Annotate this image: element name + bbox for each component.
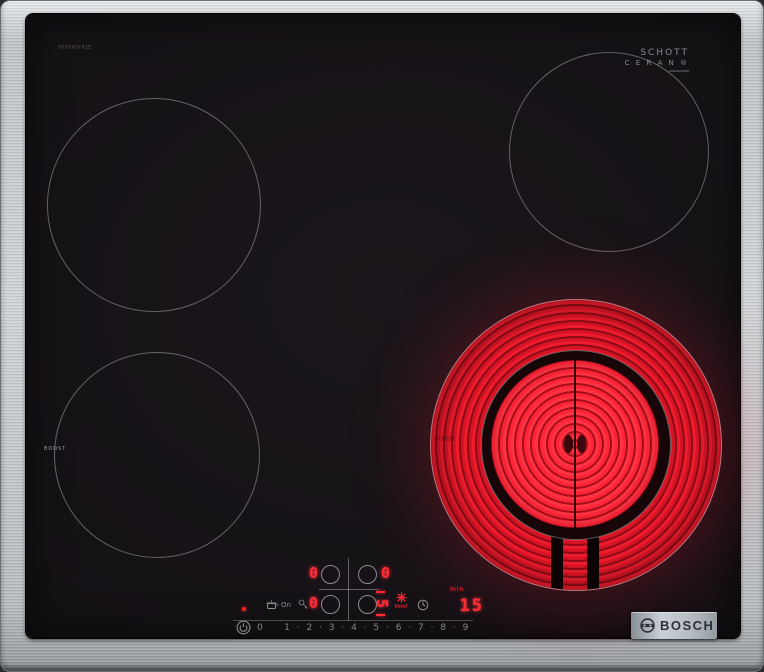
burner-rear-left	[47, 98, 261, 312]
stainless-frame: PKF645FP1E SCHOTT C E R A N ® BOOST BOOS…	[0, 0, 764, 672]
display-front-left-level: 0	[309, 594, 319, 612]
burner-front-left	[54, 352, 260, 558]
zone-select-front-left[interactable]	[321, 595, 340, 614]
pan-on-label: On	[281, 600, 291, 609]
burner-front-left-boost-label: BOOST	[44, 445, 67, 452]
zone-select-rear-right[interactable]	[358, 565, 377, 584]
power-icon[interactable]	[236, 620, 251, 635]
zone-select-rear-left[interactable]	[321, 565, 340, 584]
pan-on-indicator: On	[266, 599, 291, 610]
element-center-spot	[577, 435, 586, 453]
child-lock-key-icon[interactable]	[298, 599, 309, 610]
display-active-level: 5	[373, 595, 391, 612]
boost-label: boost	[394, 603, 408, 610]
boost-control[interactable]: boost	[392, 592, 410, 610]
pan-icon	[266, 600, 279, 609]
timer-unit-label: min	[450, 586, 465, 593]
active-level-mark-top	[376, 591, 385, 593]
active-level-mark-bottom	[376, 614, 385, 616]
panel-divider-horizontal	[319, 589, 379, 590]
power-level-slider[interactable]: 0 1 · 2 · 3 · 4 · 5 · 6 · 7 · 8 · 9	[257, 623, 470, 633]
element-gap-ring	[481, 350, 671, 540]
burner-rear-right	[509, 52, 709, 252]
bosch-logo-icon	[640, 618, 655, 633]
ceramic-glass-surface: PKF645FP1E SCHOTT C E R A N ® BOOST BOOS…	[26, 14, 740, 641]
fine-print-text	[669, 70, 689, 72]
bosch-badge: BOSCH	[631, 612, 717, 639]
boost-icon	[396, 592, 406, 603]
timer-clock-icon[interactable]	[417, 599, 429, 611]
active-level-digit: 5	[373, 598, 392, 609]
element-inner-zone	[491, 360, 659, 528]
slider-bottom-line	[233, 640, 473, 641]
display-rear-right-level: 0	[381, 564, 391, 582]
model-label: PKF645FP1E	[58, 45, 92, 51]
power-indicator-dot	[242, 607, 246, 611]
display-rear-left-level: 0	[309, 564, 319, 582]
cooktop-photo: PKF645FP1E SCHOTT C E R A N ® BOOST BOOS…	[0, 0, 764, 672]
element-center-spot	[564, 435, 573, 453]
element-divider-line	[574, 360, 576, 528]
burner-active-boost-label: BOOST	[435, 436, 456, 443]
slider-top-line	[233, 620, 473, 621]
bosch-logo-text: BOSCH	[660, 618, 715, 633]
timer-value-display: 15	[459, 596, 484, 616]
burner-active-radiant: BOOST	[430, 299, 722, 591]
